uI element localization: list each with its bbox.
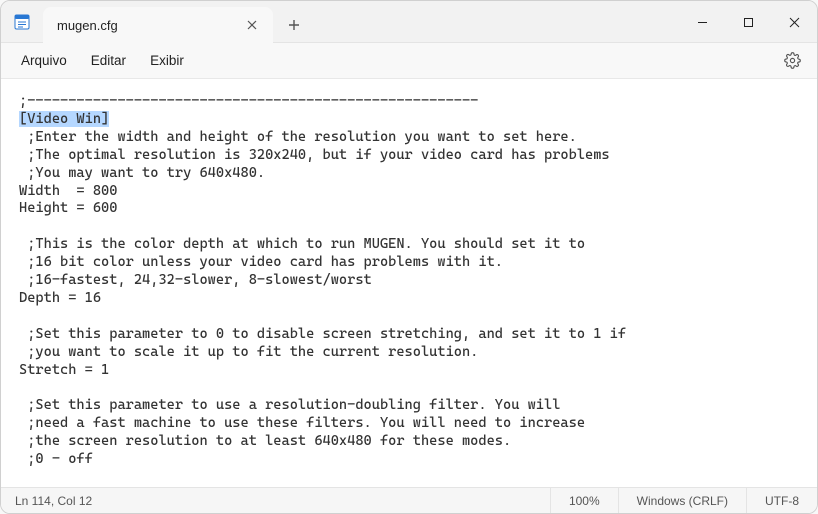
editor-line: ;the screen resolution to at least 640x4…: [19, 433, 511, 449]
editor-line: ;you want to scale it up to fit the curr…: [19, 344, 478, 360]
editor-line: ;---------------------------------------…: [19, 93, 478, 109]
editor-line: ;16-fastest, 24,32-slower, 8-slowest/wor…: [19, 272, 372, 288]
editor-line: Height = 600: [19, 200, 117, 216]
editor-line: ;need a fast machine to use these filter…: [19, 415, 585, 431]
editor-line: Depth = 16: [19, 290, 101, 306]
titlebar-spacer: [315, 1, 679, 42]
document-tab[interactable]: mugen.cfg: [43, 7, 273, 43]
editor-line: ;Set this parameter to 0 to disable scre…: [19, 326, 626, 342]
menu-file[interactable]: Arquivo: [11, 49, 77, 72]
editor-line: ;The optimal resolution is 320x240, but …: [19, 147, 610, 163]
close-tab-icon[interactable]: [241, 14, 263, 36]
editor-line: ;You may want to try 640x480.: [19, 165, 265, 181]
menubar: Arquivo Editar Exibir: [1, 43, 817, 79]
close-window-button[interactable]: [771, 1, 817, 43]
editor-line: ;0 - off: [19, 451, 93, 467]
tab-label: mugen.cfg: [57, 18, 118, 33]
settings-button[interactable]: [777, 46, 807, 76]
status-encoding[interactable]: UTF-8: [746, 488, 817, 513]
status-eol[interactable]: Windows (CRLF): [618, 488, 746, 513]
app-icon: [1, 1, 43, 42]
editor-line: Stretch = 1: [19, 362, 109, 378]
status-cursor: Ln 114, Col 12: [1, 494, 106, 508]
new-tab-button[interactable]: [273, 7, 315, 42]
window-controls: [679, 1, 817, 42]
menu-view[interactable]: Exibir: [140, 49, 194, 72]
statusbar: Ln 114, Col 12 100% Windows (CRLF) UTF-8: [1, 487, 817, 513]
titlebar: mugen.cfg: [1, 1, 817, 43]
text-editor[interactable]: ;---------------------------------------…: [1, 79, 817, 487]
menu-edit[interactable]: Editar: [81, 49, 136, 72]
editor-line: ;This is the color depth at which to run…: [19, 236, 585, 252]
status-zoom[interactable]: 100%: [550, 488, 618, 513]
editor-line: ;Enter the width and height of the resol…: [19, 129, 577, 145]
notepad-window: mugen.cfg Arquivo Editar Exibir: [0, 0, 818, 514]
editor-line: ;16 bit color unless your video card has…: [19, 254, 503, 270]
maximize-button[interactable]: [725, 1, 771, 43]
editor-line-selected: [Video Win]: [19, 111, 109, 127]
minimize-button[interactable]: [679, 1, 725, 43]
editor-line: Width = 800: [19, 183, 117, 199]
editor-line: ;Set this parameter to use a resolution-…: [19, 397, 560, 413]
